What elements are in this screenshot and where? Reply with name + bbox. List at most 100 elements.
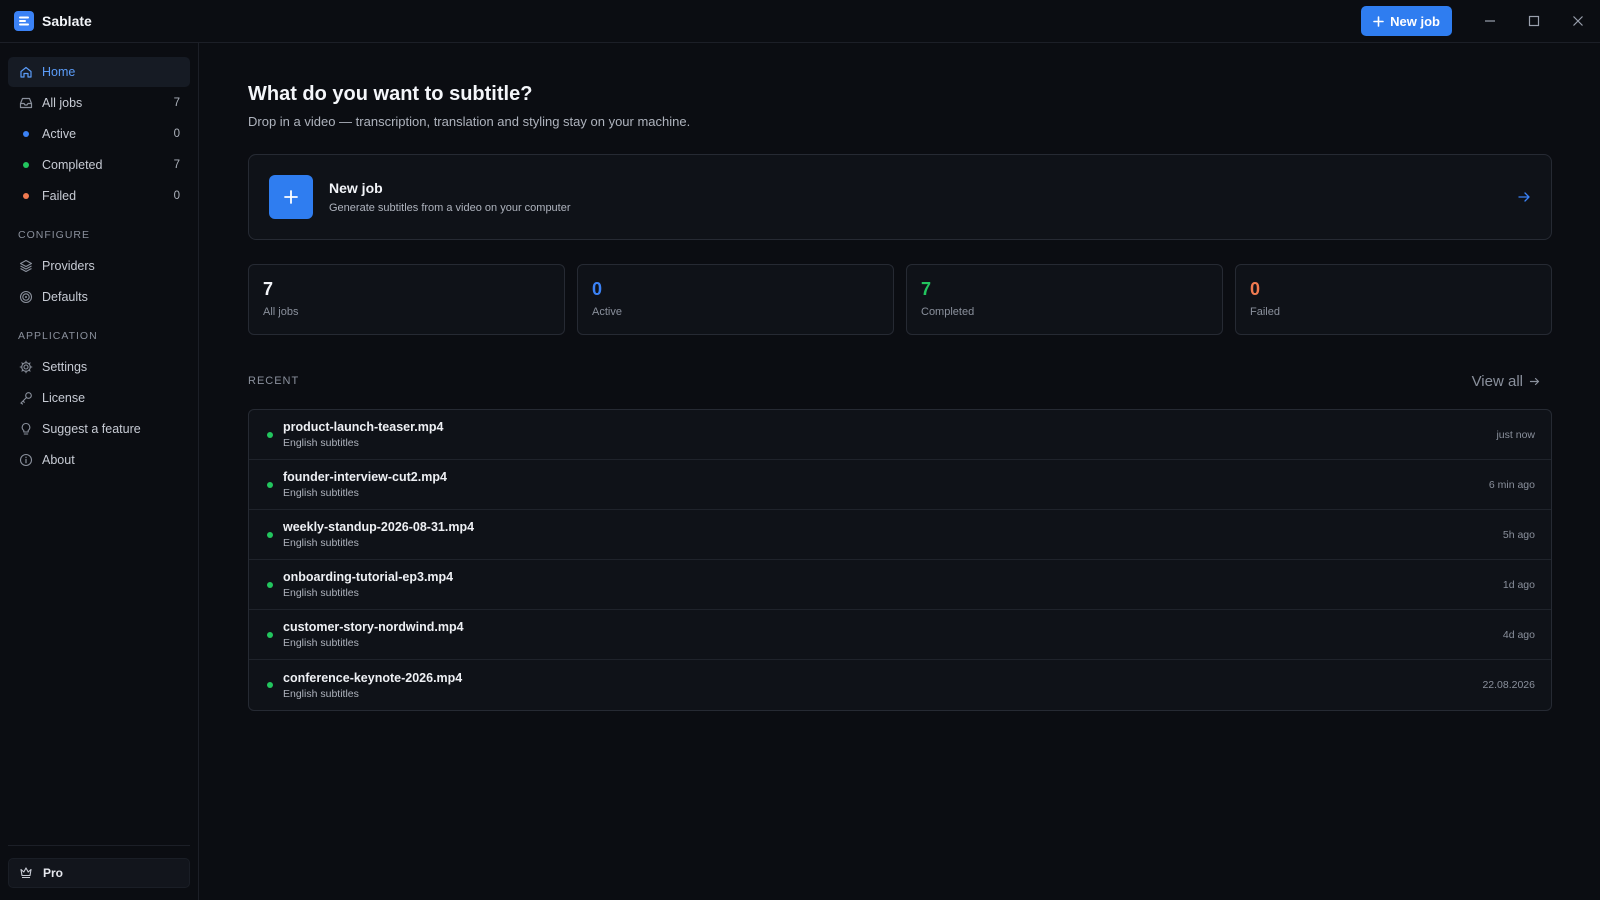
home-icon <box>18 64 34 80</box>
stat-card-failed[interactable]: 0 Failed <box>1235 264 1552 335</box>
new-job-card[interactable]: New job Generate subtitles from a video … <box>248 154 1552 240</box>
job-text: customer-story-nordwind.mp4 English subt… <box>283 620 1503 649</box>
job-text: conference-keynote-2026.mp4 English subt… <box>283 671 1482 700</box>
job-timestamp: just now <box>1496 428 1535 441</box>
job-filename: conference-keynote-2026.mp4 <box>283 670 463 685</box>
sidebar-item-settings[interactable]: Settings <box>8 352 190 382</box>
lightbulb-icon <box>18 421 34 437</box>
sidebar-nav: Home All jobs 7 Active 0 Completed 7 Fai… <box>0 43 198 211</box>
section-label-configure: CONFIGURE <box>18 229 90 241</box>
job-subtitle-type: English subtitles <box>283 687 359 700</box>
plus-icon <box>269 175 313 219</box>
minimize-button[interactable] <box>1468 0 1512 43</box>
sidebar-item-count: 0 <box>173 128 180 140</box>
sidebar-item-failed[interactable]: Failed 0 <box>8 181 190 211</box>
job-filename: onboarding-tutorial-ep3.mp4 <box>283 570 454 584</box>
stat-card-completed[interactable]: 7 Completed <box>906 264 1223 335</box>
sidebar-item-license[interactable]: License <box>8 383 190 413</box>
job-timestamp: 5h ago <box>1502 528 1535 541</box>
job-text: weekly-standup-2026-08-31.mp4 English su… <box>283 520 1503 549</box>
sidebar-item-label: Providers <box>42 259 95 273</box>
sidebar-divider <box>8 845 190 846</box>
sidebar-item-completed[interactable]: Completed 7 <box>8 150 190 180</box>
arrow-right-icon <box>1517 190 1531 204</box>
recent-section-label: RECENT <box>248 375 300 387</box>
stats-row: 7 All jobs 0 Active 7 Completed 0 Failed <box>248 264 1552 335</box>
status-dot-icon <box>267 682 273 688</box>
sidebar-item-label: Home <box>42 65 76 79</box>
recent-job-row[interactable]: conference-keynote-2026.mp4 English subt… <box>249 660 1551 710</box>
view-all-label: View all <box>1471 372 1523 390</box>
close-button[interactable] <box>1556 0 1600 43</box>
recent-job-row[interactable]: product-launch-teaser.mp4 English subtit… <box>249 410 1551 460</box>
maximize-button[interactable] <box>1512 0 1556 43</box>
job-subtitle-type: English subtitles <box>283 487 359 499</box>
job-subtitle-type: English subtitles <box>283 537 359 549</box>
status-dot-icon <box>267 581 273 588</box>
job-timestamp: 22.08.2026 <box>1482 679 1535 691</box>
sidebar-item-label: About <box>42 453 75 467</box>
sidebar-item-count: 7 <box>173 159 180 171</box>
sidebar-item-count: 0 <box>173 190 180 202</box>
status-dot-icon <box>18 126 34 142</box>
job-subtitle-type: English subtitles <box>283 637 359 649</box>
arrow-right-icon <box>1529 377 1540 385</box>
app-name: Sablate <box>42 13 92 29</box>
status-dot-icon <box>18 157 34 173</box>
inbox-icon <box>18 95 34 111</box>
sidebar-item-label: Settings <box>42 360 88 374</box>
stat-value: 7 <box>263 279 274 299</box>
app-logo-icon <box>14 11 34 31</box>
status-dot-icon <box>18 188 34 204</box>
minimize-icon <box>1485 20 1495 22</box>
target-icon <box>18 289 34 305</box>
job-subtitle-type: English subtitles <box>283 587 359 599</box>
recent-job-row[interactable]: weekly-standup-2026-08-31.mp4 English su… <box>249 510 1551 560</box>
recent-job-row[interactable]: founder-interview-cut2.mp4 English subti… <box>249 460 1551 510</box>
pro-button[interactable]: Pro <box>8 858 190 888</box>
stat-value: 0 <box>1250 279 1261 299</box>
job-filename: weekly-standup-2026-08-31.mp4 <box>283 520 475 534</box>
sidebar: Home All jobs 7 Active 0 Completed 7 Fai… <box>0 43 199 900</box>
job-text: founder-interview-cut2.mp4 English subti… <box>283 470 1489 499</box>
job-timestamp: 1d ago <box>1502 578 1535 591</box>
sidebar-item-providers[interactable]: Providers <box>8 251 190 281</box>
sidebar-item-defaults[interactable]: Defaults <box>8 282 190 312</box>
close-icon <box>1573 16 1583 26</box>
sidebar-application: Settings License Suggest a feature About <box>0 352 198 475</box>
sidebar-item-suggest-feature[interactable]: Suggest a feature <box>8 414 190 444</box>
status-dot-icon <box>267 531 273 538</box>
stat-card-all-jobs[interactable]: 7 All jobs <box>248 264 565 335</box>
job-text: onboarding-tutorial-ep3.mp4 English subt… <box>283 570 1503 599</box>
sidebar-item-label: Suggest a feature <box>42 422 141 436</box>
job-timestamp: 4d ago <box>1502 628 1535 641</box>
sidebar-item-label: Defaults <box>42 290 88 304</box>
stat-card-active[interactable]: 0 Active <box>577 264 894 335</box>
sidebar-item-label: Failed <box>42 189 77 203</box>
sidebar-item-home[interactable]: Home <box>8 57 190 87</box>
layers-icon <box>18 258 34 274</box>
status-dot-icon <box>267 481 273 488</box>
sidebar-item-label: License <box>42 391 86 405</box>
stat-value: 0 <box>592 279 603 299</box>
recent-job-row[interactable]: customer-story-nordwind.mp4 English subt… <box>249 610 1551 660</box>
job-timestamp: 6 min ago <box>1488 478 1535 491</box>
stat-label: All jobs <box>263 306 299 318</box>
main-content: What do you want to subtitle? Drop in a … <box>248 43 1552 711</box>
sidebar-item-all-jobs[interactable]: All jobs 7 <box>8 88 190 118</box>
info-icon <box>18 452 34 468</box>
page-title: What do you want to subtitle? <box>248 83 533 105</box>
sidebar-item-about[interactable]: About <box>8 445 190 475</box>
stat-label: Failed <box>1250 306 1280 318</box>
stat-label: Completed <box>921 306 975 318</box>
recent-job-row[interactable]: onboarding-tutorial-ep3.mp4 English subt… <box>249 560 1551 610</box>
status-dot-icon <box>267 431 273 438</box>
sidebar-item-active[interactable]: Active 0 <box>8 119 190 149</box>
view-all-link[interactable]: View all <box>1472 373 1540 390</box>
gear-icon <box>18 359 34 375</box>
sidebar-item-count: 7 <box>173 97 180 109</box>
job-filename: product-launch-teaser.mp4 <box>283 420 444 434</box>
job-filename: founder-interview-cut2.mp4 <box>283 470 447 484</box>
sidebar-configure: Providers Defaults <box>0 251 198 312</box>
titlebar-new-job-button[interactable]: New job <box>1361 6 1452 36</box>
